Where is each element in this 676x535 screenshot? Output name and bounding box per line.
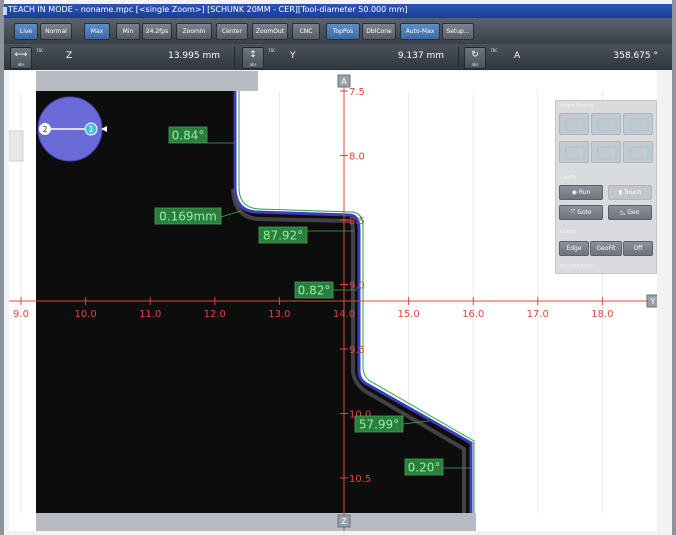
axis-marker-y[interactable]: Y (646, 294, 657, 308)
svg-text:A: A (341, 77, 347, 86)
toolbar-button-zoomout[interactable]: ZoomOut (252, 23, 288, 40)
x-tick-label: 17.0 (527, 309, 549, 320)
cursor-status: no Cursor active (560, 263, 593, 268)
z-inc-toggle[interactable]: INC (36, 48, 44, 66)
title-bar: TEACH IN MODE - noname.mpc [<single Zoom… (3, 4, 672, 18)
svg-text:0.20°: 0.20° (408, 461, 441, 475)
goto-button[interactable]: ⤧ Goto (559, 205, 603, 220)
y-tick-label: 8.5 (349, 216, 365, 227)
window-icon (3, 7, 7, 15)
x-tick-label: 10.0 (74, 309, 96, 320)
z-value: 13.995 mm (168, 51, 220, 61)
axis-marker-z[interactable]: Z (337, 514, 351, 528)
toolbar-button-dblcone[interactable]: DblCone (362, 23, 396, 40)
svg-text:0.169mm: 0.169mm (159, 210, 217, 224)
module-button-6[interactable] (623, 141, 653, 163)
geofit-cursor-button[interactable]: GeoFit (590, 241, 622, 256)
module-line-icon (597, 118, 617, 132)
geofit-section-title: GeoFit (560, 175, 576, 181)
app-window: TEACH IN MODE - noname.mpc [<single Zoom… (0, 0, 676, 535)
z-axis-label: Z (66, 51, 73, 61)
module-probe-icon (565, 118, 585, 132)
y-tick-label: 9.5 (349, 345, 365, 356)
toolbar-button-auto-max[interactable]: Auto-Max (400, 23, 440, 40)
module-button-3[interactable] (623, 113, 653, 135)
toolbar: Live Normal Max Min 24.2fps ZoomIn Center ZoomO… (4, 18, 672, 45)
module-button-1[interactable] (559, 113, 589, 135)
module-arc-icon (629, 118, 649, 132)
x-tick-label: 14.0 (333, 309, 355, 320)
a-inc-toggle[interactable]: INC (490, 48, 498, 66)
toolbar-button-min[interactable]: Min (116, 23, 140, 40)
svg-text:87.92°: 87.92° (263, 229, 303, 243)
module-corner-icon (597, 146, 617, 160)
x-tick-label: 12.0 (204, 309, 226, 320)
svg-text:Z: Z (341, 517, 347, 526)
module-cross-icon (629, 146, 649, 160)
geo-button[interactable]: ◺ Geo (608, 205, 652, 220)
cursor-section-title: Cursor (560, 229, 577, 235)
toolbar-button-max[interactable]: Max (84, 23, 110, 40)
ruler-vertical-icon: ↕ (249, 50, 257, 60)
toolbar-button-cnc[interactable]: CNC (292, 23, 320, 40)
y-abs-button[interactable]: ↕ abs (242, 47, 264, 69)
right-frame (672, 0, 676, 535)
svg-text:0.84°: 0.84° (172, 129, 205, 143)
module-circle-icon (565, 146, 585, 160)
svg-text:0.82°: 0.82° (298, 284, 331, 298)
touch-button[interactable]: ▮ Touch (608, 185, 652, 200)
x-tick-label: 13.0 (268, 309, 290, 320)
y-value: 9.137 mm (397, 51, 444, 61)
x-tick-label: 15.0 (397, 309, 419, 320)
module-button-4[interactable] (559, 141, 589, 163)
y-inc-toggle[interactable]: INC (268, 48, 276, 66)
a-value: 358.675 ° (613, 51, 658, 61)
y-axis-label: Y (290, 51, 296, 61)
z-abs-button[interactable]: ⟷ abs (10, 47, 32, 69)
y-tick-label: 10.5 (349, 474, 371, 485)
toolbar-button-toppos[interactable]: TopPos (326, 23, 360, 40)
toolbar-button-zoomin[interactable]: ZoomIn (176, 23, 212, 40)
position-readout-bar: ⟷ abs INC Z 13.995 mm ↕ abs INC Y 9.137 … (4, 44, 672, 70)
x-tick-label: 18.0 (591, 309, 613, 320)
insert-module-title: Insert Module (560, 103, 595, 109)
part-silhouette (36, 91, 471, 513)
bottom-scroll-area[interactable] (36, 513, 476, 531)
y-tick-label: 7.5 (349, 87, 365, 98)
toolbar-button-24-2fps[interactable]: 24.2fps (142, 23, 172, 40)
x-tick-label: 11.0 (139, 309, 161, 320)
rotation-icon: ↻ (471, 50, 479, 60)
module-button-2[interactable] (591, 113, 621, 135)
axis-marker-a[interactable]: A (337, 74, 351, 88)
toolbar-button-setup[interactable]: Setup... (442, 23, 474, 40)
a-axis-label: A (514, 51, 521, 61)
separator (458, 47, 459, 67)
left-frame (0, 0, 4, 535)
ruler-horizontal-icon: ⟷ (14, 50, 28, 60)
x-tick-label: 19.0 (656, 309, 657, 320)
separator (234, 47, 235, 67)
module-button-5[interactable] (591, 141, 621, 163)
x-tick-label: 9.0 (13, 309, 29, 320)
toolbar-button-center[interactable]: Center (216, 23, 248, 40)
window-title: TEACH IN MODE - noname.mpc [<single Zoom… (8, 5, 408, 14)
tool-panel: Insert Module GeoFit ◉ Run ▮ Touch ⤧ Got… (555, 100, 657, 274)
svg-text:1: 1 (88, 125, 93, 134)
a-abs-button[interactable]: ↻ abs (464, 47, 486, 69)
off-cursor-button[interactable]: Off (623, 241, 653, 256)
x-tick-label: 16.0 (462, 309, 484, 320)
toolbar-button-live[interactable]: Live (14, 23, 38, 40)
toolbar-button-normal[interactable]: Normal (40, 23, 72, 40)
top-scroll-area[interactable] (36, 71, 258, 91)
y-tick-label: 8.0 (349, 152, 365, 163)
edge-cursor-button[interactable]: Edge (559, 241, 589, 256)
svg-text:57.99°: 57.99° (359, 418, 399, 432)
svg-text:2: 2 (42, 125, 47, 134)
svg-text:Y: Y (650, 297, 656, 306)
run-button[interactable]: ◉ Run (559, 185, 603, 200)
